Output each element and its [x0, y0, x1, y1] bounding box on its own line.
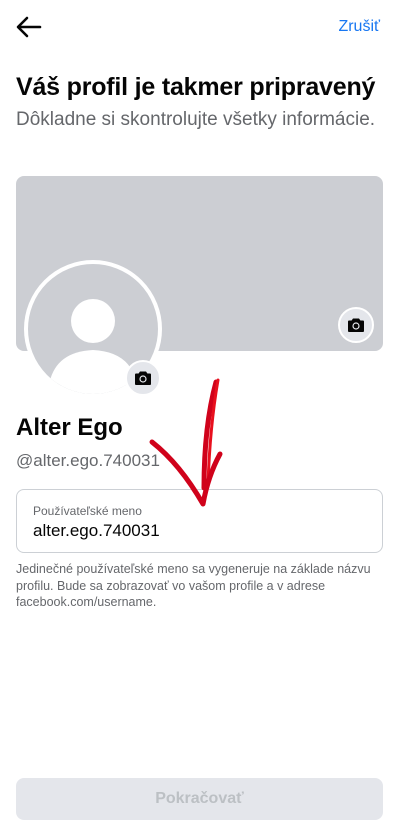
- username-field[interactable]: Používateľské meno alter.ego.740031: [16, 489, 383, 553]
- back-button[interactable]: [12, 10, 46, 44]
- avatar-camera-button[interactable]: [125, 360, 161, 396]
- arrow-left-icon: [16, 16, 42, 38]
- cancel-button[interactable]: Zrušiť: [338, 18, 380, 36]
- profile-handle: @alter.ego.740031: [16, 451, 160, 470]
- camera-icon: [135, 371, 151, 385]
- username-field-label: Používateľské meno: [33, 504, 142, 518]
- username-field-value[interactable]: alter.ego.740031: [33, 521, 160, 541]
- page-title: Váš profil je takmer pripravený: [16, 73, 376, 101]
- profile-setup-screen: Zrušiť Váš profil je takmer pripravený D…: [0, 0, 400, 830]
- camera-icon: [348, 318, 364, 332]
- continue-button[interactable]: Pokračovať: [16, 778, 383, 820]
- page-subtitle: Dôkladne si skontrolujte všetky informác…: [16, 109, 376, 130]
- username-helper-text: Jedinečné používateľské meno sa vygeneru…: [16, 562, 371, 609]
- profile-name: Alter Ego: [16, 414, 123, 441]
- cover-photo-camera-button[interactable]: [338, 307, 374, 343]
